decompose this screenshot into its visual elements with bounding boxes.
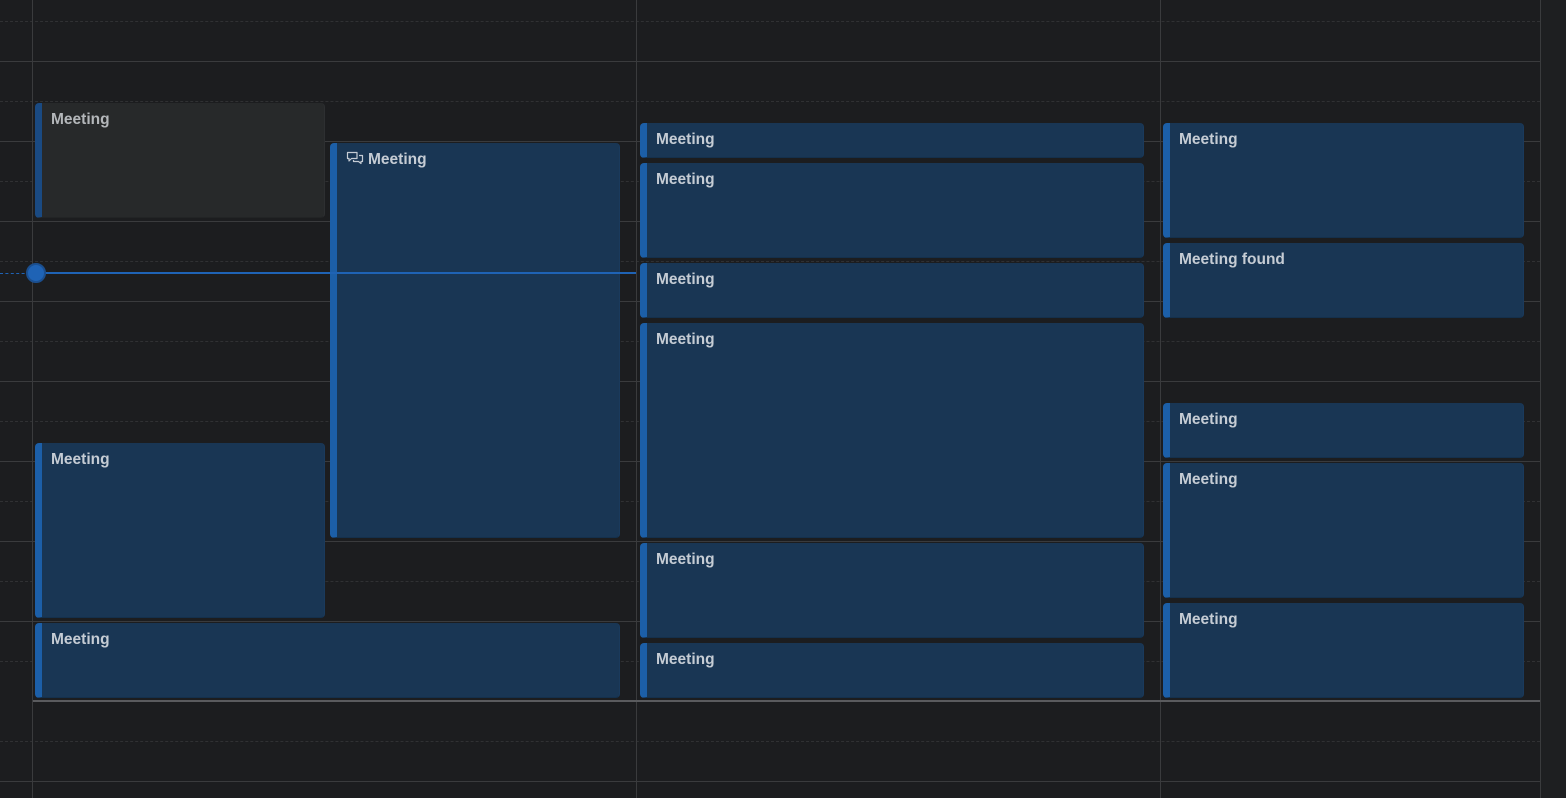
calendar-event[interactable]: Meeting — [35, 103, 325, 218]
calendar-event[interactable]: Meeting — [1163, 463, 1524, 598]
calendar-event[interactable]: Meeting — [1163, 403, 1524, 458]
calendar-event[interactable]: Meeting — [640, 263, 1144, 318]
working-hours-end-line — [33, 700, 1540, 702]
hour-gridline — [0, 781, 1540, 782]
scrollbar-track[interactable] — [1540, 0, 1566, 798]
calendar-event[interactable]: Meeting — [1163, 123, 1524, 238]
event-title: Meeting — [1179, 611, 1238, 628]
day-column-divider — [1160, 0, 1161, 798]
hour-gridline — [0, 61, 1540, 62]
calendar-event[interactable]: Meeting — [35, 443, 325, 618]
calendar-event[interactable]: Meeting — [640, 643, 1144, 698]
event-title: Meeting — [656, 171, 715, 188]
current-time-dot — [26, 263, 46, 283]
calendar-event[interactable]: Meeting — [640, 163, 1144, 258]
event-title: Meeting — [656, 131, 715, 148]
chat-icon — [346, 151, 364, 170]
event-title: Meeting — [51, 111, 110, 128]
event-title: Meeting — [51, 631, 110, 648]
calendar-event[interactable]: Meeting — [640, 123, 1144, 158]
calendar-event[interactable]: Meeting — [330, 143, 620, 538]
day-column-divider — [32, 0, 33, 798]
event-title: Meeting — [656, 551, 715, 568]
event-title: Meeting — [51, 451, 110, 468]
calendar-event[interactable]: Meeting — [1163, 603, 1524, 698]
event-title: Meeting — [368, 151, 427, 168]
event-title: Meeting found — [1179, 251, 1285, 268]
calendar-event[interactable]: Meeting — [640, 543, 1144, 638]
event-title: Meeting — [1179, 471, 1238, 488]
calendar-event[interactable]: Meeting found — [1163, 243, 1524, 318]
calendar-event[interactable]: Meeting — [35, 623, 620, 698]
event-title: Meeting — [1179, 131, 1238, 148]
calendar-grid: Meeting Meeting Meeting Meeting Meeting … — [0, 0, 1566, 798]
half-hour-gridline — [0, 741, 1540, 742]
event-title: Meeting — [656, 271, 715, 288]
calendar-event[interactable]: Meeting — [640, 323, 1144, 538]
half-hour-gridline — [0, 101, 1540, 102]
event-title: Meeting — [656, 331, 715, 348]
half-hour-gridline — [0, 21, 1540, 22]
current-time-line — [36, 272, 636, 274]
day-column-divider — [636, 0, 637, 798]
event-title: Meeting — [656, 651, 715, 668]
event-title: Meeting — [1179, 411, 1238, 428]
